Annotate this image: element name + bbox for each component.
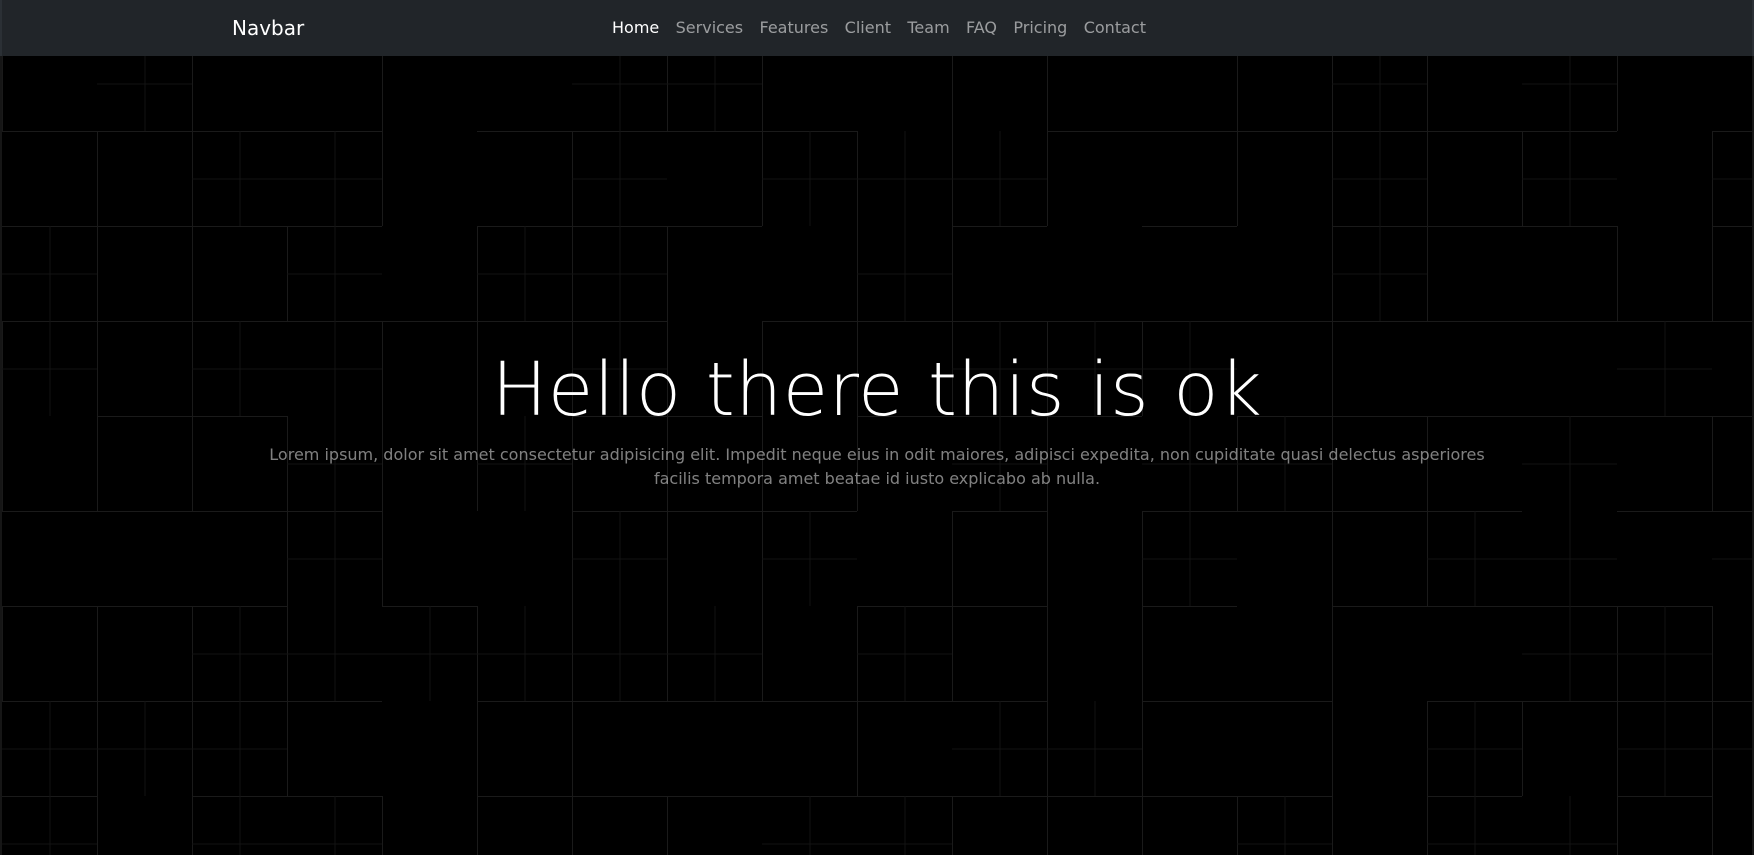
nav-link-services[interactable]: Services — [667, 0, 751, 56]
navbar: Navbar Home Services Features Client Tea… — [0, 0, 1754, 56]
nav-links: Home Services Features Client Team FAQ P… — [2, 0, 1752, 56]
hero-section: Hello there this is ok Lorem ipsum, dolo… — [0, 56, 1754, 855]
hero-description: Lorem ipsum, dolor sit amet consectetur … — [269, 444, 1485, 488]
nav-link-client[interactable]: Client — [836, 0, 899, 56]
hero-title: Hello there this is ok — [491, 347, 1263, 433]
nav-link-home[interactable]: Home — [604, 0, 668, 56]
nav-link-team[interactable]: Team — [899, 0, 958, 56]
page: Navbar Home Services Features Client Tea… — [0, 0, 1754, 855]
hero-content: Hello there this is ok Lorem ipsum, dolo… — [2, 346, 1752, 491]
nav-link-pricing[interactable]: Pricing — [1005, 0, 1075, 56]
nav-link-faq[interactable]: FAQ — [958, 0, 1005, 56]
nav-link-contact[interactable]: Contact — [1076, 0, 1155, 56]
nav-link-features[interactable]: Features — [751, 0, 836, 56]
